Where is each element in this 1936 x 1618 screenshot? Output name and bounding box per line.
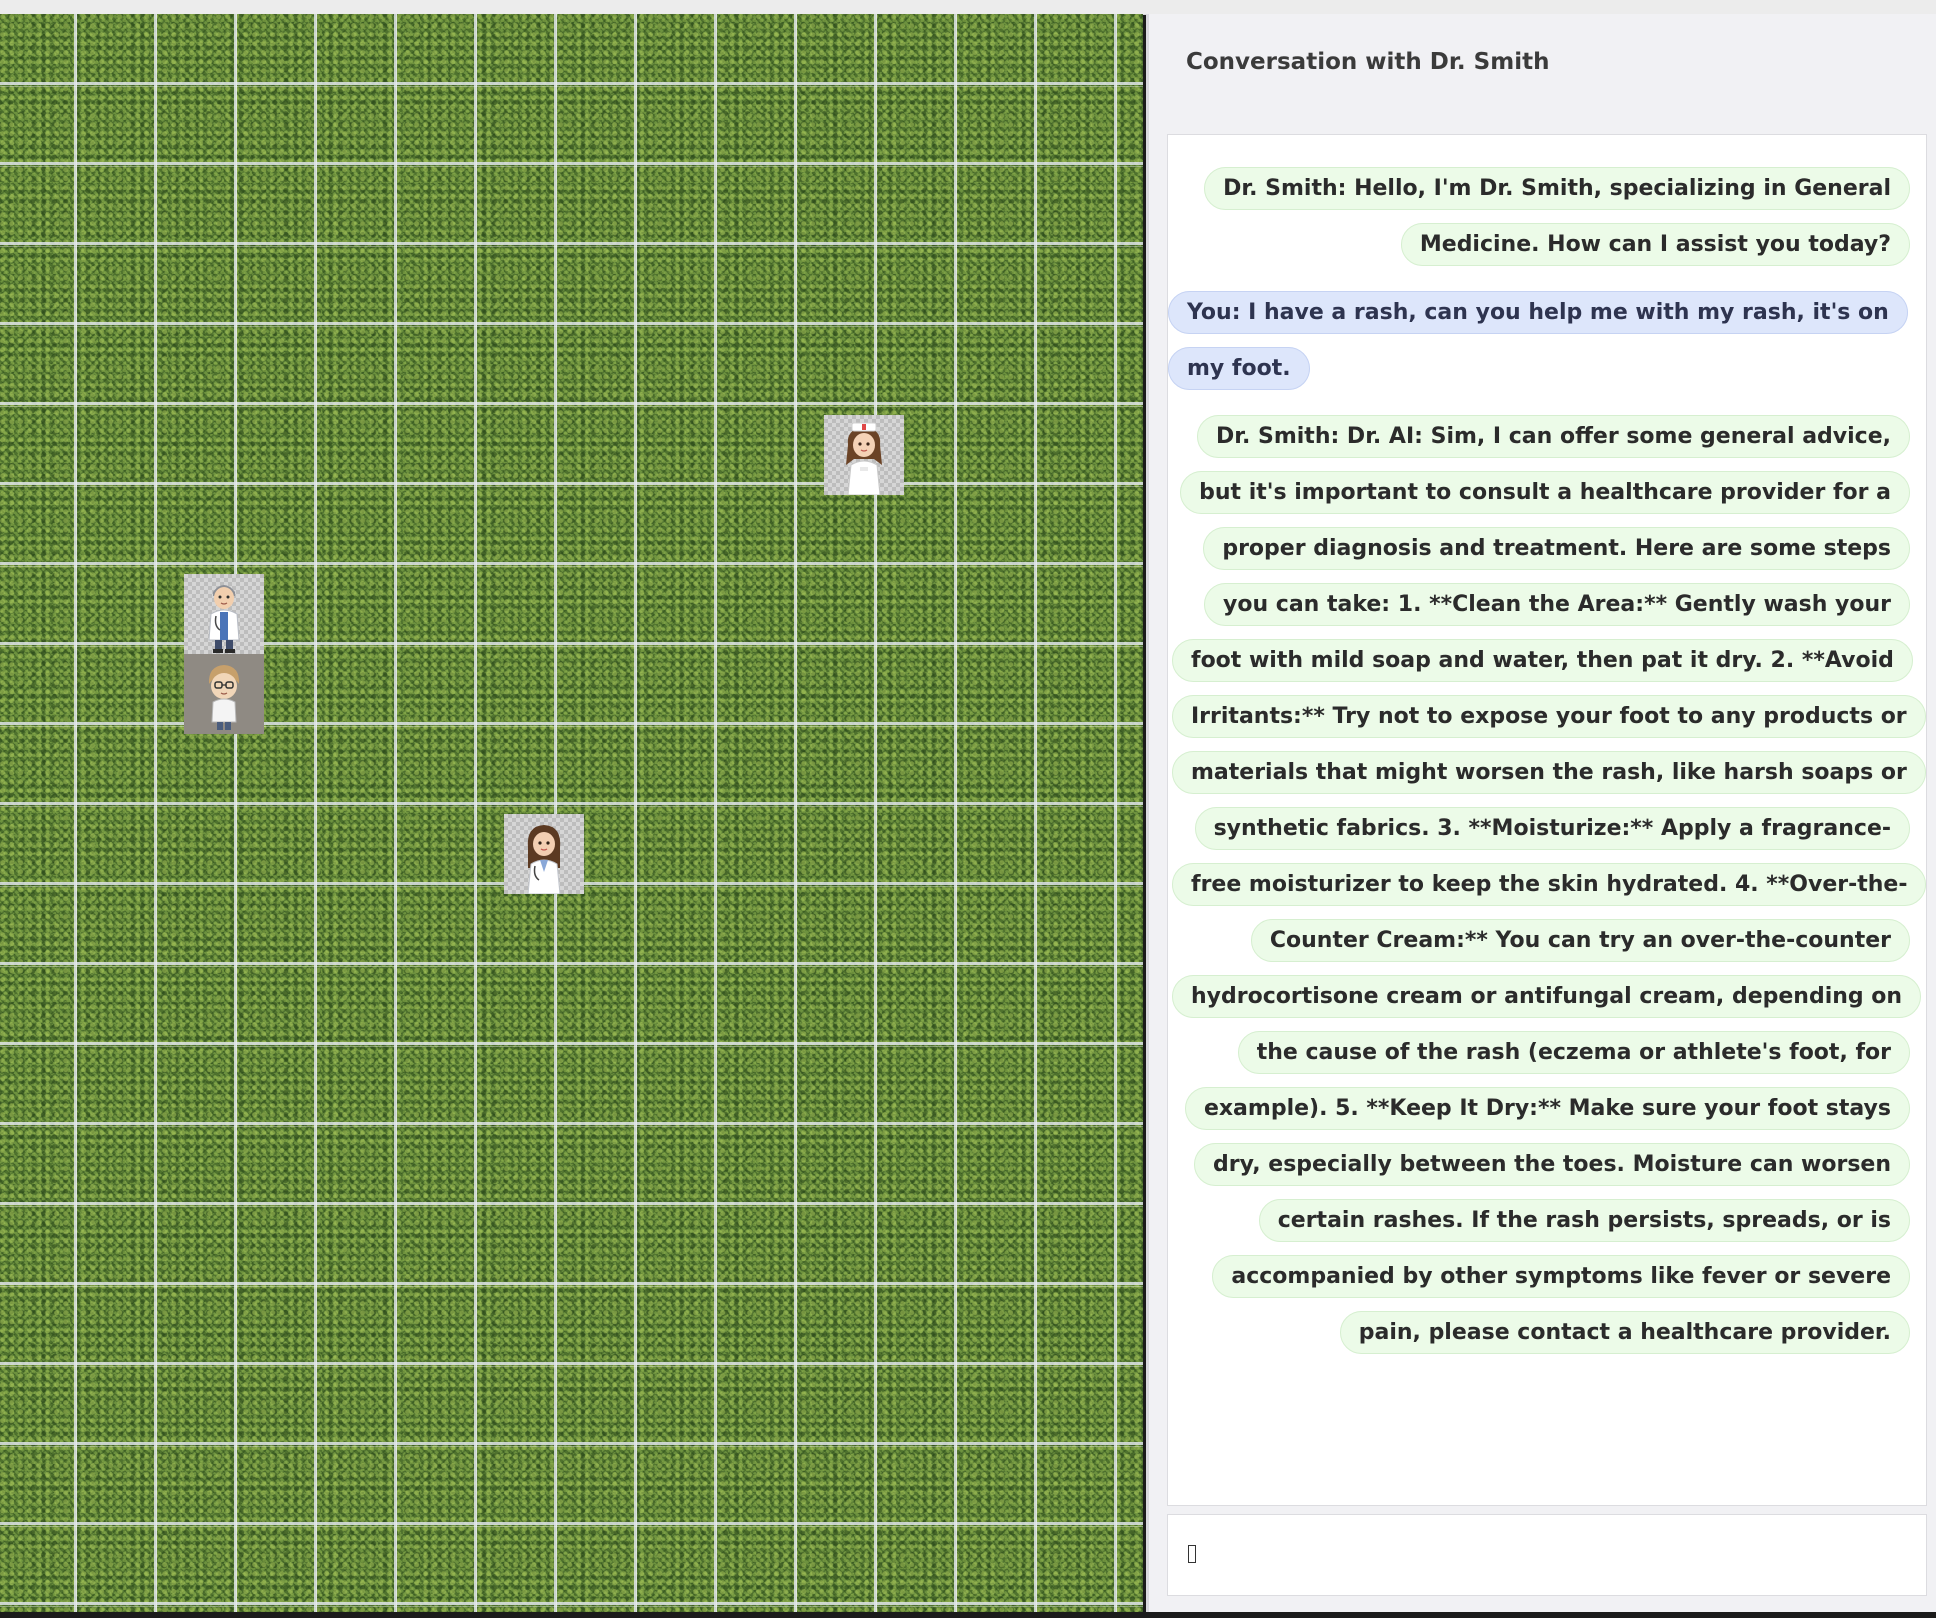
- chat-input-box[interactable]: [1167, 1514, 1927, 1596]
- message-list[interactable]: Dr. Smith: Hello, I'm Dr. Smith, special…: [1167, 134, 1927, 1506]
- user-message: You: I have a rash, can you help me with…: [1168, 285, 1926, 397]
- text-cursor-icon: [1188, 1545, 1196, 1563]
- npc-message-text: Dr. Smith: Hello, I'm Dr. Smith, special…: [1204, 167, 1910, 266]
- game-app: Conversation with Dr. Smith Dr. Smith: H…: [0, 0, 1936, 1618]
- female-doctor-sprite[interactable]: [504, 814, 584, 894]
- player-sprite[interactable]: [184, 654, 264, 734]
- user-message-text: You: I have a rash, can you help me with…: [1168, 291, 1908, 390]
- chat-input[interactable]: [1168, 1515, 1926, 1595]
- nurse-sprite[interactable]: [824, 415, 904, 495]
- chat-title: Conversation with Dr. Smith: [1186, 49, 1550, 75]
- game-map[interactable]: [0, 14, 1143, 1612]
- npc-message: Dr. Smith: Dr. AI: Sim, I can offer some…: [1168, 409, 1926, 1361]
- male-doctor-sprite[interactable]: [184, 574, 264, 654]
- npc-message: Dr. Smith: Hello, I'm Dr. Smith, special…: [1168, 161, 1926, 273]
- chat-panel: Conversation with Dr. Smith Dr. Smith: H…: [1146, 14, 1936, 1612]
- window-top-bar: [0, 0, 1936, 15]
- npc-message-text: Dr. Smith: Dr. AI: Sim, I can offer some…: [1172, 415, 1926, 1354]
